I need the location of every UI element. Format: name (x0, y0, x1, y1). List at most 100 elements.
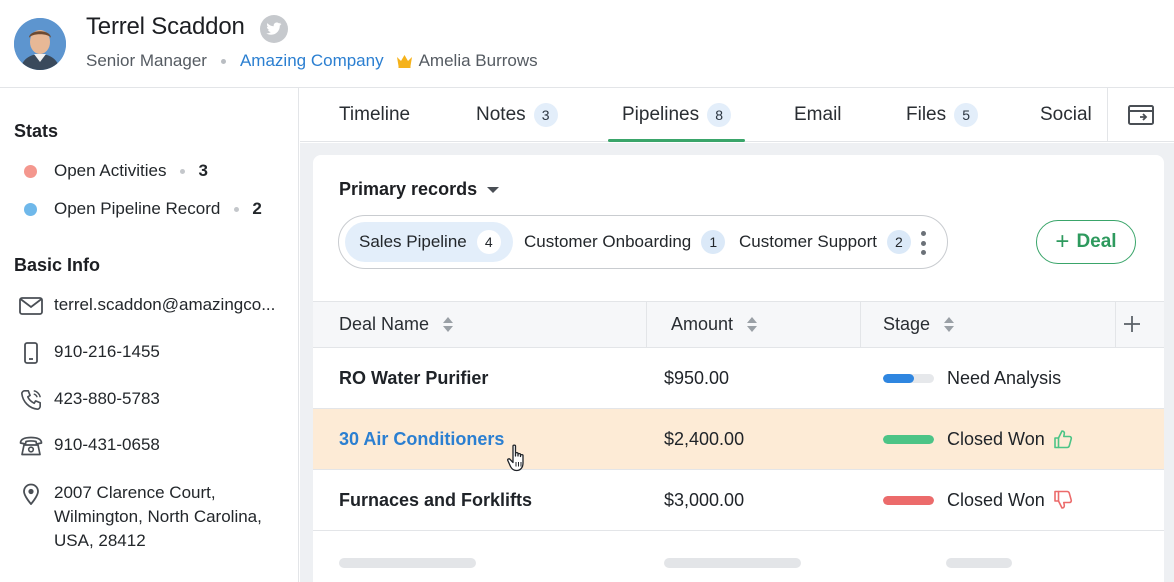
stats-title: Stats (14, 121, 59, 141)
primary-records-dropdown[interactable]: Primary records (339, 179, 500, 200)
tab-label: Files (906, 104, 947, 125)
more-options-icon[interactable] (920, 231, 926, 255)
deal-stage: Need Analysis (883, 348, 1061, 408)
separator-dot (234, 206, 240, 212)
tab-divider (1107, 88, 1108, 142)
deals-table-header: Deal Name Amount Stage (313, 301, 1164, 348)
tab-files[interactable]: Files 5 (906, 88, 979, 142)
column-divider (1115, 302, 1116, 347)
landline-value[interactable]: 910-431-0658 (54, 435, 160, 455)
pipeline-label: Customer Support (739, 232, 877, 251)
sort-icon[interactable] (944, 317, 955, 332)
mobile-row[interactable]: 910-216-1455 (18, 342, 160, 364)
pipeline-pill-customer-support[interactable]: Customer Support 2 (725, 222, 923, 262)
location-pin-icon (18, 483, 44, 505)
separator-dot (220, 58, 226, 64)
primary-records-label: Primary records (339, 179, 478, 199)
stage-progress-bar (883, 495, 934, 505)
stat-bullet (24, 164, 37, 178)
pipeline-pill-sales[interactable]: Sales Pipeline 4 (345, 222, 513, 262)
pipeline-count-badge: 1 (701, 230, 726, 254)
thumbs-up-icon (1053, 429, 1073, 449)
address-value: 2007 Clarence Court, Wilmington, North C… (54, 481, 262, 553)
deal-name[interactable]: 30 Air Conditioners (339, 409, 504, 469)
pipeline-label: Sales Pipeline (359, 232, 467, 251)
address-row: 2007 Clarence Court, Wilmington, North C… (18, 483, 262, 553)
separator-dot (180, 168, 186, 174)
add-column-icon[interactable] (1117, 309, 1147, 339)
caret-down-icon (487, 186, 500, 193)
deal-amount: $3,000.00 (664, 489, 745, 510)
stat-open-activities[interactable]: Open Activities 3 (24, 161, 208, 181)
tab-email[interactable]: Email (794, 88, 842, 142)
table-row[interactable]: Furnaces and Forklifts $3,000.00 Closed … (313, 470, 1164, 531)
email-row[interactable]: terrel.scaddon@amazingco... (18, 295, 275, 317)
hand-cursor-icon (506, 443, 532, 478)
table-row[interactable]: RO Water Purifier $950.00 Need Analysis (313, 348, 1164, 409)
pipeline-count-badge: 2 (886, 230, 911, 254)
column-amount[interactable]: Amount (671, 302, 758, 347)
stat-open-pipeline-record[interactable]: Open Pipeline Record 2 (24, 199, 262, 219)
owner-name[interactable]: Amelia Burrows (419, 51, 538, 71)
sort-icon[interactable] (443, 317, 454, 332)
stat-bullet (24, 202, 37, 216)
mobile-value[interactable]: 910-216-1455 (54, 342, 160, 362)
tab-social[interactable]: Social (1040, 88, 1092, 142)
tab-count-badge: 8 (707, 103, 732, 127)
tab-notes[interactable]: Notes 3 (476, 88, 558, 142)
email-value[interactable]: terrel.scaddon@amazingco... (54, 295, 275, 315)
contact-sidebar: Stats Open Activities 3 Open Pipeline Re… (0, 88, 299, 582)
column-deal-name[interactable]: Deal Name (339, 302, 454, 347)
phone-row[interactable]: 423-880-5783 (18, 389, 160, 411)
pipeline-count-badge: 4 (476, 230, 501, 254)
deal-amount: $2,400.00 (664, 428, 745, 449)
address-line-3: USA, 28412 (54, 531, 146, 550)
column-stage[interactable]: Stage (883, 302, 955, 347)
landline-row[interactable]: 910-431-0658 (18, 435, 160, 457)
stat-count: 2 (252, 199, 262, 218)
table-row[interactable]: 30 Air Conditioners $2,400.00 Closed Won (313, 409, 1164, 470)
crown-icon (396, 54, 413, 68)
layout-toggle-icon[interactable] (1126, 100, 1156, 130)
tab-count-badge: 5 (954, 103, 979, 127)
add-deal-button[interactable]: + Deal (1036, 220, 1136, 264)
deal-stage: Closed Won (883, 409, 1073, 469)
contact-header: Terrel Scaddon Senior Manager Amazing Co… (0, 0, 1174, 88)
pipelines-card: Primary records Sales Pipeline 4 Custome… (313, 155, 1164, 582)
address-line-1: 2007 Clarence Court, (54, 483, 216, 502)
loading-placeholder (339, 558, 476, 568)
stage-progress-bar (883, 434, 934, 444)
thumbs-down-icon (1053, 490, 1073, 510)
stat-label: Open Pipeline Record (54, 199, 221, 218)
stage-label: Closed Won (947, 428, 1045, 449)
company-link[interactable]: Amazing Company (240, 51, 384, 71)
sort-icon[interactable] (747, 317, 758, 332)
stage-label: Closed Won (947, 489, 1045, 510)
tab-label: Notes (476, 104, 526, 125)
twitter-icon[interactable] (260, 15, 288, 43)
loading-placeholder (664, 558, 801, 568)
contact-name: Terrel Scaddon (86, 13, 245, 40)
phone-icon (18, 389, 44, 411)
deal-stage: Closed Won (883, 470, 1073, 530)
deal-name[interactable]: Furnaces and Forklifts (339, 470, 532, 530)
stage-progress-bar (883, 373, 934, 383)
pipeline-label: Customer Onboarding (524, 232, 692, 251)
pipeline-switcher: Sales Pipeline 4 Customer Onboarding 1 C… (338, 215, 948, 269)
contact-avatar[interactable] (14, 18, 66, 70)
telephone-icon (18, 435, 44, 457)
tab-label: Social (1040, 104, 1092, 125)
tab-timeline[interactable]: Timeline (339, 88, 410, 142)
pipeline-pill-customer-onboarding[interactable]: Customer Onboarding 1 (510, 222, 737, 262)
deal-name[interactable]: RO Water Purifier (339, 348, 488, 408)
tab-pipelines[interactable]: Pipelines 8 (607, 88, 746, 142)
stage-progress-fill (883, 495, 934, 505)
stat-count: 3 (198, 161, 208, 180)
tab-count-badge: 3 (533, 103, 558, 127)
column-label: Deal Name (339, 314, 430, 334)
contact-title: Senior Manager (86, 51, 207, 70)
loading-placeholder (946, 558, 1012, 568)
tab-label: Pipelines (622, 104, 700, 125)
phone-value[interactable]: 423-880-5783 (54, 389, 160, 409)
plus-icon: + (1055, 228, 1070, 255)
